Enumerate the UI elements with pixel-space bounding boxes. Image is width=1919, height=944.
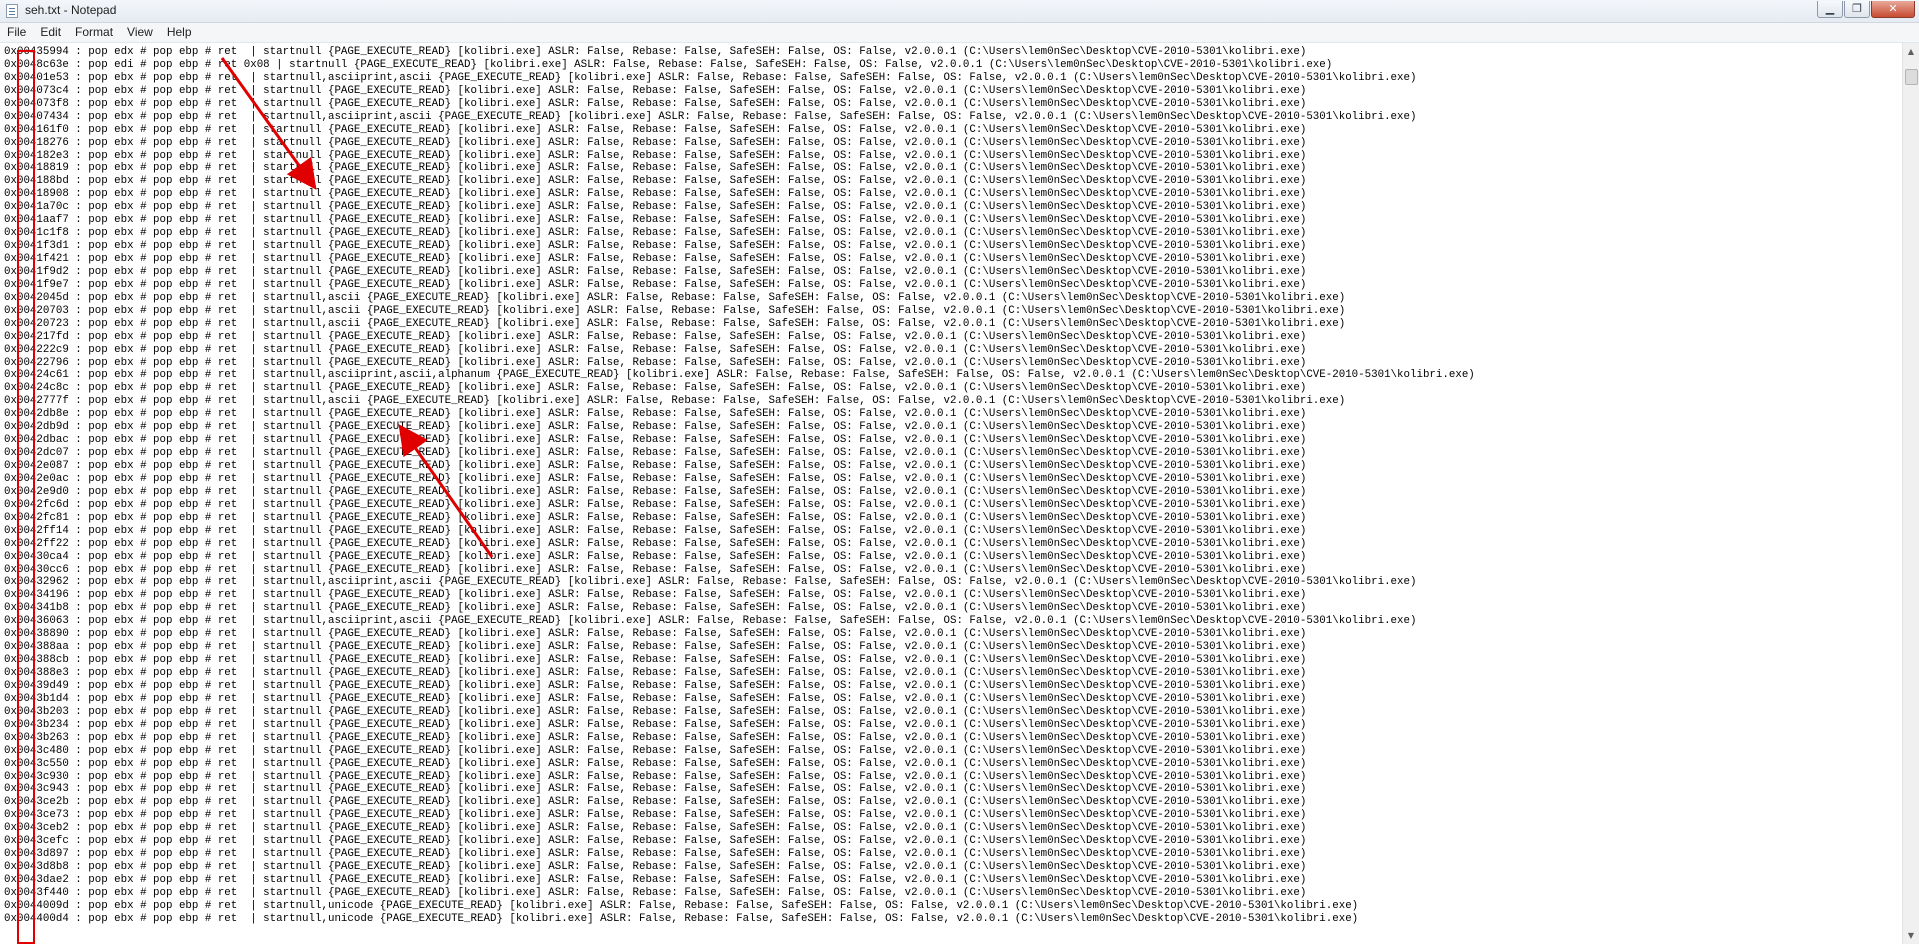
text-line: 0x0043d897 : pop ebx # pop ebp # ret | s… bbox=[4, 848, 1307, 861]
text-line: 0x0042db9d : pop ebx # pop ebp # ret | s… bbox=[4, 421, 1307, 434]
text-line: 0x0041a70c : pop ebx # pop ebp # ret | s… bbox=[4, 201, 1307, 214]
text-line: 0x0041c1f8 : pop ebx # pop ebp # ret | s… bbox=[4, 227, 1307, 240]
text-line: 0x00432962 : pop ebx # pop ebp # ret | s… bbox=[4, 576, 1417, 589]
text-line: 0x0043cefc : pop ebx # pop ebp # ret | s… bbox=[4, 835, 1307, 848]
text-line: 0x0042db8e : pop ebx # pop ebp # ret | s… bbox=[4, 408, 1307, 421]
text-line: 0x004188bd : pop ebx # pop ebp # ret | s… bbox=[4, 175, 1307, 188]
text-line: 0x00424c61 : pop ebx # pop ebp # ret | s… bbox=[4, 369, 1475, 382]
text-line: 0x0041f421 : pop ebx # pop ebp # ret | s… bbox=[4, 253, 1307, 265]
text-editor[interactable]: 0x00435994 : pop edx # pop ebp # ret | s… bbox=[0, 43, 1902, 944]
notepad-icon bbox=[6, 4, 18, 18]
menu-view[interactable]: View bbox=[120, 23, 160, 42]
text-line: 0x00430cc6 : pop ebx # pop ebp # ret | s… bbox=[4, 563, 1307, 576]
scroll-up-arrow-icon[interactable]: ▲ bbox=[1903, 43, 1919, 60]
text-line: 0x004222c9 : pop ebx # pop ebp # ret | s… bbox=[4, 343, 1307, 356]
scroll-thumb[interactable] bbox=[1905, 69, 1918, 85]
text-line: 0x0043b203 : pop ebx # pop ebp # ret | s… bbox=[4, 705, 1307, 718]
text-line: 0x004161f0 : pop ebx # pop ebp # ret | s… bbox=[4, 123, 1307, 136]
text-line: 0x0043ce2b : pop ebx # pop ebp # ret | s… bbox=[4, 796, 1307, 809]
text-line: 0x00418908 : pop ebx # pop ebp # ret | s… bbox=[4, 188, 1307, 201]
text-line: 0x004217fd : pop ebx # pop ebp # ret | s… bbox=[4, 330, 1307, 343]
title-bar[interactable]: seh.txt - Notepad ▁ ❐ ✕ bbox=[0, 0, 1919, 23]
text-line: 0x0042e0ac : pop ebx # pop ebp # ret | s… bbox=[4, 472, 1307, 485]
text-line: 0x00420723 : pop ebx # pop ebp # ret | s… bbox=[4, 317, 1346, 330]
text-line: 0x0043dae2 : pop ebx # pop ebp # ret | s… bbox=[4, 874, 1307, 886]
text-line: 0x0043b263 : pop ebx # pop ebp # ret | s… bbox=[4, 731, 1307, 744]
text-line: 0x0042045d : pop ebx # pop ebp # ret | s… bbox=[4, 291, 1346, 304]
text-line: 0x0041f3d1 : pop ebx # pop ebp # ret | s… bbox=[4, 240, 1307, 253]
vertical-scrollbar[interactable]: ▲ ▼ bbox=[1902, 43, 1919, 944]
text-line: 0x0042ff14 : pop ebx # pop ebp # ret | s… bbox=[4, 524, 1307, 537]
menu-bar: File Edit Format View Help bbox=[0, 23, 1919, 43]
text-line: 0x0043ce73 : pop ebx # pop ebp # ret | s… bbox=[4, 809, 1307, 822]
text-line: 0x004388cb : pop ebx # pop ebp # ret | s… bbox=[4, 654, 1307, 667]
menu-edit[interactable]: Edit bbox=[33, 23, 68, 42]
text-line: 0x004182e3 : pop ebx # pop ebp # ret | s… bbox=[4, 149, 1307, 162]
window-title: seh.txt - Notepad bbox=[25, 3, 117, 17]
text-line: 0x0043c480 : pop ebx # pop ebp # ret | s… bbox=[4, 744, 1307, 757]
scroll-down-arrow-icon[interactable]: ▼ bbox=[1903, 927, 1919, 944]
text-line: 0x004073f8 : pop ebx # pop ebp # ret | s… bbox=[4, 97, 1307, 110]
text-line: 0x00435994 : pop edx # pop ebp # ret | s… bbox=[4, 46, 1307, 58]
text-line: 0x0043d8b8 : pop ebx # pop ebp # ret | s… bbox=[4, 861, 1307, 874]
text-line: 0x0042ff22 : pop ebx # pop ebp # ret | s… bbox=[4, 537, 1307, 550]
text-line: 0x0041f9d2 : pop ebx # pop ebp # ret | s… bbox=[4, 265, 1307, 278]
text-line: 0x0042777f : pop ebx # pop ebp # ret | s… bbox=[4, 395, 1346, 408]
text-line: 0x00407434 : pop ebx # pop ebp # ret | s… bbox=[4, 110, 1417, 123]
minimize-button[interactable]: ▁ bbox=[1817, 1, 1843, 18]
text-line: 0x0041f9e7 : pop ebx # pop ebp # ret | s… bbox=[4, 278, 1307, 291]
text-line: 0x00420703 : pop ebx # pop ebp # ret | s… bbox=[4, 304, 1346, 317]
text-line: 0x00430ca4 : pop ebx # pop ebp # ret | s… bbox=[4, 550, 1307, 563]
text-line: 0x004400d4 : pop ebx # pop ebp # ret | s… bbox=[4, 912, 1359, 925]
text-line: 0x0043c550 : pop ebx # pop ebp # ret | s… bbox=[4, 757, 1307, 770]
text-line: 0x00434196 : pop ebx # pop ebp # ret | s… bbox=[4, 589, 1307, 602]
text-line: 0x0042dbac : pop ebx # pop ebp # ret | s… bbox=[4, 434, 1307, 447]
text-line: 0x004073c4 : pop ebx # pop ebp # ret | s… bbox=[4, 84, 1307, 97]
text-line: 0x0043ceb2 : pop ebx # pop ebp # ret | s… bbox=[4, 822, 1307, 835]
text-line: 0x00418276 : pop ebx # pop ebp # ret | s… bbox=[4, 136, 1307, 149]
text-line: 0x0043b234 : pop ebx # pop ebp # ret | s… bbox=[4, 718, 1307, 731]
maximize-button[interactable]: ❐ bbox=[1844, 1, 1870, 18]
text-line: 0x00422796 : pop ebx # pop ebp # ret | s… bbox=[4, 356, 1307, 369]
text-line: 0x004388aa : pop ebx # pop ebp # ret | s… bbox=[4, 641, 1307, 654]
text-line: 0x0044009d : pop ebx # pop ebp # ret | s… bbox=[4, 899, 1359, 912]
text-line: 0x0041aaf7 : pop ebx # pop ebp # ret | s… bbox=[4, 214, 1307, 227]
text-line: 0x0043b1d4 : pop ebx # pop ebp # ret | s… bbox=[4, 692, 1307, 705]
text-line: 0x00438890 : pop ebx # pop ebp # ret | s… bbox=[4, 628, 1307, 641]
menu-help[interactable]: Help bbox=[160, 23, 199, 42]
text-line: 0x004388e3 : pop ebx # pop ebp # ret | s… bbox=[4, 667, 1307, 679]
text-line: 0x0042dc07 : pop ebx # pop ebp # ret | s… bbox=[4, 447, 1307, 460]
text-line: 0x0042fc81 : pop ebx # pop ebp # ret | s… bbox=[4, 511, 1307, 524]
text-content: 0x00435994 : pop edx # pop ebp # ret | s… bbox=[4, 46, 1475, 926]
text-line: 0x0043f440 : pop ebx # pop ebp # ret | s… bbox=[4, 886, 1307, 899]
menu-file[interactable]: File bbox=[0, 23, 33, 42]
text-line: 0x0043c930 : pop ebx # pop ebp # ret | s… bbox=[4, 770, 1307, 783]
text-line: 0x00401e53 : pop ebx # pop ebp # ret | s… bbox=[4, 71, 1417, 84]
close-button[interactable]: ✕ bbox=[1871, 1, 1915, 18]
text-line: 0x0048c63e : pop edi # pop ebp # ret 0x0… bbox=[4, 58, 1333, 71]
text-line: 0x00418819 : pop ebx # pop ebp # ret | s… bbox=[4, 162, 1307, 175]
menu-format[interactable]: Format bbox=[68, 23, 120, 42]
text-line: 0x0042e087 : pop ebx # pop ebp # ret | s… bbox=[4, 460, 1307, 472]
text-line: 0x00436063 : pop ebx # pop ebp # ret | s… bbox=[4, 615, 1417, 628]
text-line: 0x004341b8 : pop ebx # pop ebp # ret | s… bbox=[4, 602, 1307, 615]
window-controls: ▁ ❐ ✕ bbox=[1816, 1, 1915, 19]
text-line: 0x00439d49 : pop ebx # pop ebp # ret | s… bbox=[4, 679, 1307, 692]
text-line: 0x0042fc6d : pop ebx # pop ebp # ret | s… bbox=[4, 498, 1307, 511]
text-line: 0x00424c8c : pop ebx # pop ebp # ret | s… bbox=[4, 382, 1307, 395]
text-line: 0x0042e9d0 : pop ebx # pop ebp # ret | s… bbox=[4, 485, 1307, 498]
text-line: 0x0043c943 : pop ebx # pop ebp # ret | s… bbox=[4, 783, 1307, 796]
